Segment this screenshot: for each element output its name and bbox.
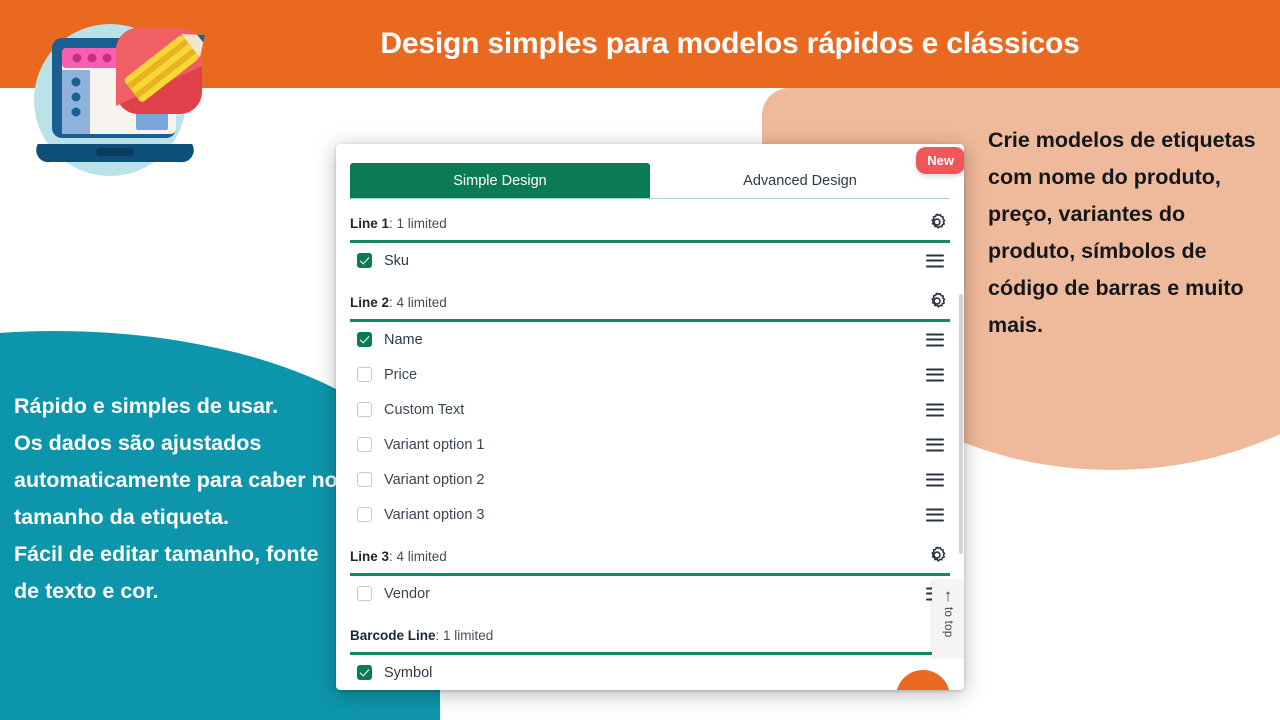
checkbox-symbol[interactable] bbox=[357, 665, 372, 680]
gear-icon[interactable] bbox=[926, 211, 948, 233]
checkbox-name[interactable] bbox=[357, 332, 372, 347]
group-name-line-3: Line 3 bbox=[350, 549, 390, 564]
gear-icon[interactable] bbox=[926, 290, 948, 312]
option-row-name[interactable]: Name bbox=[350, 322, 950, 357]
checkbox-vendor[interactable] bbox=[357, 586, 372, 601]
group-name-barcode-line: Barcode Line bbox=[350, 628, 436, 643]
option-label-price: Price bbox=[384, 366, 418, 383]
group-limit-line-2: : 4 limited bbox=[389, 295, 447, 310]
option-label-symbol: Symbol bbox=[384, 664, 433, 681]
group-title-line-2: Line 2: 4 limited bbox=[350, 295, 447, 310]
right-description-text: Crie modelos de etiquetas com nome do pr… bbox=[988, 128, 1256, 337]
checkbox-variant-option-1[interactable] bbox=[357, 437, 372, 452]
group-limit-line-1: : 1 limited bbox=[389, 216, 447, 231]
group-title-barcode-line: Barcode Line: 1 limited bbox=[350, 628, 493, 643]
tab-simple-design[interactable]: Simple Design bbox=[350, 163, 650, 198]
drag-handle-icon[interactable] bbox=[926, 438, 944, 451]
checkbox-sku[interactable] bbox=[357, 253, 372, 268]
gear-icon[interactable] bbox=[926, 544, 948, 566]
drag-handle-icon[interactable] bbox=[926, 333, 944, 346]
group-title-line-3: Line 3: 4 limited bbox=[350, 549, 447, 564]
option-row-vendor[interactable]: Vendor bbox=[350, 576, 950, 611]
option-row-custom-text[interactable]: Custom Text bbox=[350, 392, 950, 427]
option-label-vendor: Vendor bbox=[384, 585, 430, 602]
group-name-line-1: Line 1 bbox=[350, 216, 390, 231]
drag-handle-icon[interactable] bbox=[926, 508, 944, 521]
group-limit-barcode-line: : 1 limited bbox=[435, 628, 494, 643]
group-header-line-2: Line 2: 4 limited bbox=[350, 288, 950, 322]
laptop-with-pencil-icon bbox=[22, 12, 208, 184]
checkbox-variant-option-3[interactable] bbox=[357, 507, 372, 522]
group-title-line-1: Line 1: 1 limited bbox=[350, 216, 447, 231]
status-badge-new: New bbox=[916, 147, 964, 174]
drag-handle-icon[interactable] bbox=[926, 254, 944, 267]
option-label-variant-option-3: Variant option 3 bbox=[384, 506, 485, 523]
group-header-barcode-line: Barcode Line: 1 limited bbox=[350, 621, 950, 655]
option-label-custom-text: Custom Text bbox=[384, 401, 465, 418]
checkbox-variant-option-2[interactable] bbox=[357, 472, 372, 487]
drag-handle-icon[interactable] bbox=[926, 473, 944, 486]
option-row-variant-option-2[interactable]: Variant option 2 bbox=[350, 462, 950, 497]
card-scrollbar[interactable] bbox=[959, 294, 963, 554]
app-screenshot-card: Simple Design Advanced Design New Line 1… bbox=[336, 144, 964, 690]
arrow-up-icon: ↑ bbox=[943, 586, 953, 605]
option-row-symbol[interactable]: Symbol bbox=[350, 655, 950, 690]
option-row-price[interactable]: Price bbox=[350, 357, 950, 392]
group-header-line-3: Line 3: 4 limited bbox=[350, 542, 950, 576]
tab-simple-design-label: Simple Design bbox=[453, 172, 547, 189]
tab-advanced-design[interactable]: Advanced Design bbox=[650, 163, 950, 198]
checkbox-price[interactable] bbox=[357, 367, 372, 382]
page-title: Design simples para modelos rápidos e cl… bbox=[380, 27, 1080, 60]
drag-handle-icon[interactable] bbox=[926, 368, 944, 381]
option-row-sku[interactable]: Sku bbox=[350, 243, 950, 278]
group-limit-line-3: : 4 limited bbox=[389, 549, 447, 564]
group-name-line-2: Line 2 bbox=[350, 295, 390, 310]
tab-advanced-design-label: Advanced Design bbox=[743, 172, 857, 189]
slide-canvas: Design simples para modelos rápidos e cl… bbox=[0, 0, 1280, 720]
field-group-list: Line 1: 1 limited Sku Line 2: 4 limited bbox=[336, 209, 964, 690]
option-label-variant-option-1: Variant option 1 bbox=[384, 436, 485, 453]
drag-handle-icon[interactable] bbox=[926, 403, 944, 416]
option-row-variant-option-1[interactable]: Variant option 1 bbox=[350, 427, 950, 462]
design-mode-tabs: Simple Design Advanced Design New bbox=[350, 147, 964, 199]
option-label-name: Name bbox=[384, 331, 423, 348]
checkbox-custom-text[interactable] bbox=[357, 402, 372, 417]
scroll-to-top-label: to top bbox=[942, 607, 954, 638]
option-row-variant-option-3[interactable]: Variant option 3 bbox=[350, 497, 950, 532]
option-label-sku: Sku bbox=[384, 252, 409, 269]
option-label-variant-option-2: Variant option 2 bbox=[384, 471, 485, 488]
group-header-line-1: Line 1: 1 limited bbox=[350, 209, 950, 243]
scroll-to-top-button[interactable]: ↑ to top bbox=[932, 580, 964, 658]
left-description-text: Rápido e simples de usar. Os dados são aj… bbox=[14, 394, 338, 603]
